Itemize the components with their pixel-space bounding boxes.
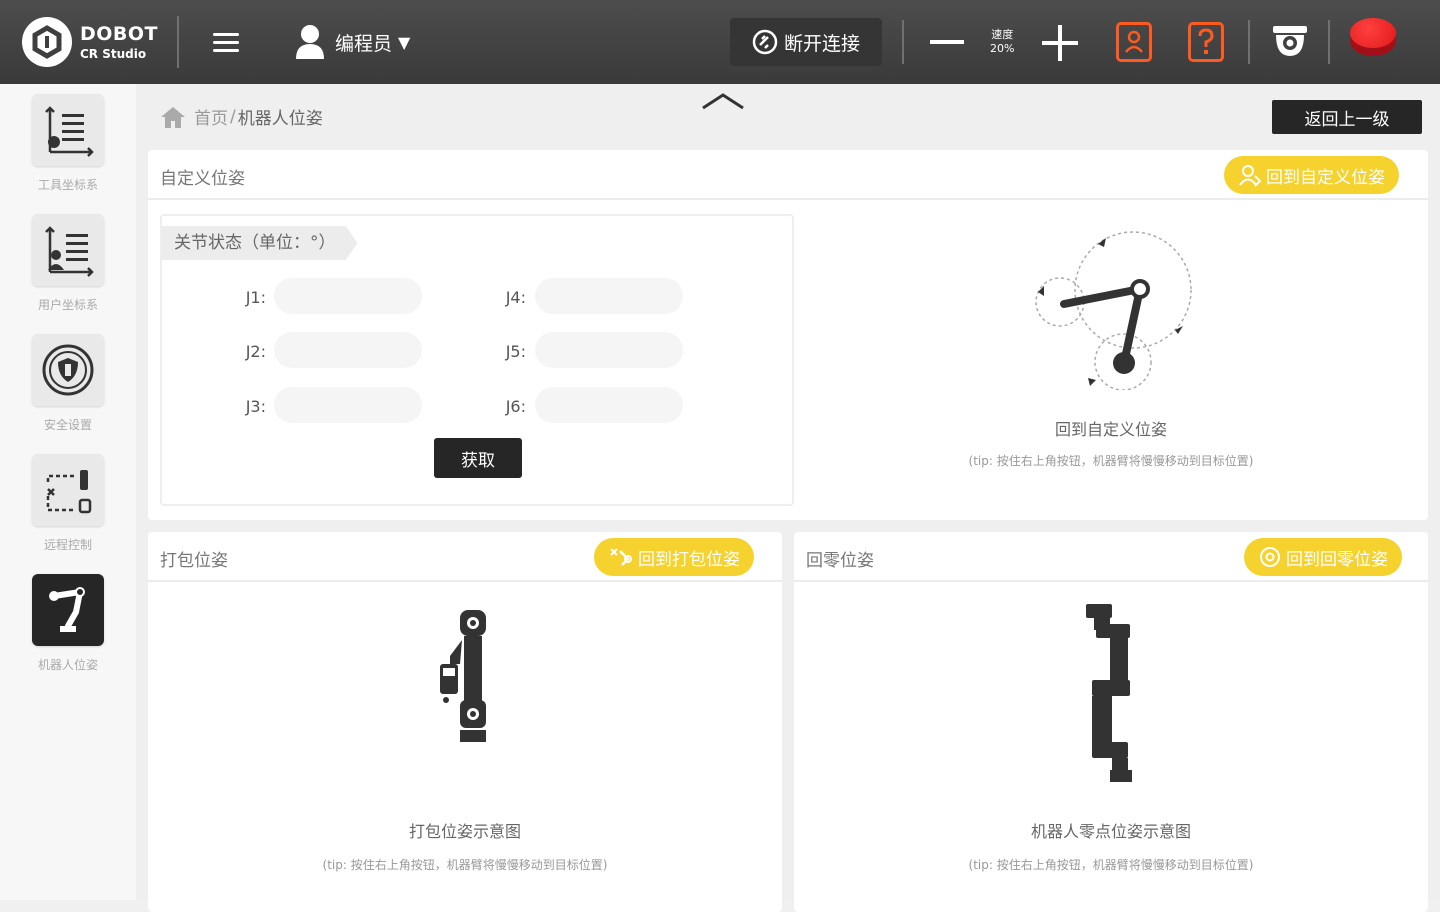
j5-input[interactable] [535,332,683,368]
notebook-icon[interactable] [1116,22,1152,62]
custom-pose-tip: (tip: 按住右上角按钮，机器臂将慢慢移动到目标位置) [968,454,1254,468]
pack-pose-caption: 打包位姿示意图 [408,822,521,841]
panel-title: 自定义位姿 [160,169,245,189]
remote-control-icon [32,454,104,526]
speed-indicator: 速度 20% [990,28,1014,56]
dobot-logo-icon [22,17,72,67]
product-name: CR Studio [80,46,147,61]
brand-name: DOBOT [80,22,159,45]
panel-title: 打包位姿 [160,551,228,571]
panel-title: 回零位姿 [806,551,874,571]
j2-input[interactable] [274,332,422,368]
sidebar-item-remote-control[interactable]: 远程控制 [32,454,104,553]
button-label: 回到打包位姿 [638,549,740,570]
robot-arm-icon [32,574,104,646]
sidebar: 工具坐标系 用户坐标系 安全设置 远程控制 机器人位姿 [0,84,136,900]
sidebar-item-label: 机器人位姿 [37,658,98,672]
chevron-down-icon: ▼ [398,32,411,52]
button-label: 回到回零位姿 [1286,549,1388,570]
home-icon[interactable] [160,105,186,129]
sidebar-item-label: 安全设置 [43,418,92,432]
joint-section-title: 关节状态（单位：°） [162,226,358,260]
j1-input[interactable] [274,278,422,314]
joint-label: J4: [505,288,526,307]
back-button[interactable]: 返回上一级 [1272,100,1422,134]
chevron-up-icon[interactable] [701,92,745,114]
j3-input[interactable] [274,387,422,423]
zero-pose-tip: (tip: 按住右上角按钮，机器臂将慢慢移动到目标位置) [968,858,1254,872]
goto-custom-pose-button[interactable]: 回到自定义位姿 [1224,156,1399,194]
user-role: 编程员 [335,32,393,55]
joint-label: J3: [245,397,266,416]
pack-pose-tip: (tip: 按住右上角按钮，机器臂将慢慢移动到目标位置) [322,858,608,872]
user-icon [296,25,324,59]
breadcrumb: 首页 / 机器人位姿 [160,104,323,129]
goto-zero-pose-button[interactable]: 回到回零位姿 [1244,538,1402,576]
top-bar: DOBOT CR Studio 编程员 ▼ 断开连接 速度 20% [0,0,1440,84]
menu-icon[interactable] [213,32,239,52]
sidebar-item-label: 远程控制 [43,538,92,552]
pack-pose-panel: 打包位姿 回到打包位姿 打包位姿示意图 (tip: 按住右上角按钮，机器臂将慢慢… [148,532,782,912]
disconnect-button[interactable]: 断开连接 [730,18,882,66]
dobot-logo: DOBOT CR Studio [22,17,177,67]
joint-state-box: 关节状态（单位：°） J1: J2: J3: J4: J5: J6: 获取 [160,214,794,506]
user-coordinate-icon [32,214,104,286]
speed-label: 速度 [991,28,1014,41]
divider [1328,20,1330,64]
help-icon[interactable] [1188,22,1224,62]
joint-label: J6: [505,397,526,416]
sidebar-item-safety[interactable]: 安全设置 [32,334,104,433]
pack-pose-illustration [440,610,486,742]
divider [1248,20,1250,64]
sidebar-item-robot-pose[interactable]: 机器人位姿 [32,574,104,673]
shield-icon [32,334,104,406]
zero-pose-panel: 回零位姿 回到回零位姿 机器人零点位姿示意图 (tip: 按住右上角按钮，机器臂… [794,532,1428,912]
emergency-stop-button[interactable] [1350,18,1396,58]
main-content: 首页 / 机器人位姿 返回上一级 自定义位姿 回到自定义位姿 关节状态（单位：°… [136,84,1440,912]
j6-input[interactable] [535,387,683,423]
sidebar-item-label: 工具坐标系 [37,178,98,192]
goto-pack-pose-button[interactable]: 回到打包位姿 [594,538,754,576]
j4-input[interactable] [535,278,683,314]
zero-pose-caption: 机器人零点位姿示意图 [1030,822,1191,841]
speed-decrease-button[interactable] [930,40,964,44]
pack-pose-icon [610,548,632,566]
speed-increase-button[interactable] [1042,25,1078,61]
get-joints-button[interactable]: 获取 [434,438,522,478]
camera-icon[interactable] [1270,22,1310,66]
custom-pose-caption: 回到自定义位姿 [1054,420,1167,439]
zero-pose-illustration [1086,604,1132,782]
joint-label: J5: [505,342,526,361]
breadcrumb-current: 机器人位姿 [237,109,323,129]
zero-pose-icon [1260,547,1280,567]
sidebar-item-user-coordinate[interactable]: 用户坐标系 [32,214,104,313]
breadcrumb-separator: / [230,106,236,127]
user-menu[interactable]: 编程员 ▼ [295,23,410,61]
button-label: 回到自定义位姿 [1266,167,1385,188]
sidebar-item-tool-coordinate[interactable]: 工具坐标系 [32,94,104,193]
divider [177,16,179,68]
disconnect-label: 断开连接 [783,32,860,55]
link-icon [752,29,778,55]
custom-pose-illustration [1035,231,1192,390]
breadcrumb-home[interactable]: 首页 [194,104,228,129]
joint-label: J1: [245,288,266,307]
sidebar-item-label: 用户坐标系 [37,298,98,312]
custom-pose-panel: 自定义位姿 回到自定义位姿 关节状态（单位：°） J1: J2: J3: J4:… [148,150,1428,580]
divider [902,20,904,64]
user-pose-icon [1239,165,1262,187]
speed-value: 20% [990,42,1015,55]
tool-coordinate-icon [32,94,104,166]
joint-label: J2: [245,342,266,361]
